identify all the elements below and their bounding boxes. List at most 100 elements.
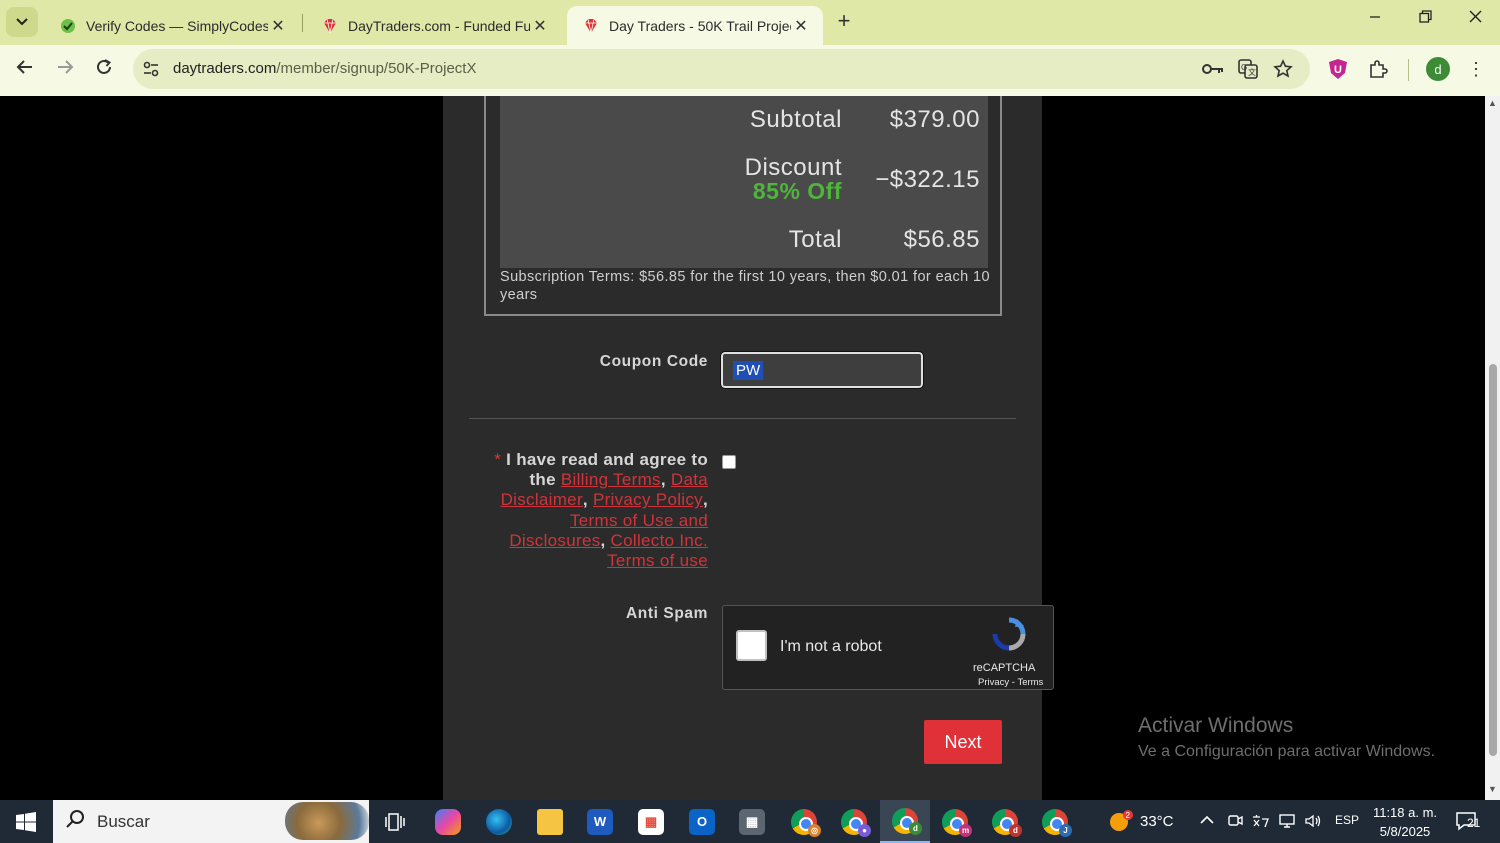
tab-simplycodes[interactable]: Verify Codes — SimplyCodes ✕ [44,6,300,45]
profile-badge-icon: J [1059,824,1072,837]
coupon-code-input[interactable]: PW [720,351,924,389]
arrow-right-icon [58,60,74,74]
notification-center-button[interactable]: 21 [1455,810,1485,834]
minimize-button[interactable] [1360,10,1390,34]
url-text: daytraders.com/member/signup/50K-Project… [173,60,476,77]
recaptcha-logo-icon [992,617,1026,651]
url-host: daytraders.com [173,60,277,77]
next-button[interactable]: Next [924,720,1002,764]
calculator-app[interactable]: ▦ [727,800,777,843]
edge-icon [486,808,512,835]
terms-agreement-checkbox[interactable] [722,455,736,469]
required-asterisk: * [494,450,502,469]
taskbar-search-box[interactable]: Buscar [53,800,369,843]
tab-title: DayTraders.com - Funded Futur [348,17,530,34]
chrome-profile-1[interactable]: ◎ [779,800,829,843]
bookmark-star-icon[interactable] [1271,57,1295,81]
coupon-label: Coupon Code [599,353,708,370]
task-view-button[interactable] [371,800,421,843]
restore-icon [1418,10,1432,23]
terms-agreement-label: * I have read and agree to the Billing T… [494,450,708,571]
site-settings-icon[interactable] [142,60,160,83]
privacy-policy-link[interactable]: Privacy Policy [593,490,703,509]
windows-logo-icon [16,811,36,832]
restore-button[interactable] [1410,10,1440,34]
search-placeholder: Buscar [97,812,150,831]
close-icon[interactable]: ✕ [530,16,550,36]
page-scrollbar[interactable]: ▲ ▼ [1485,96,1500,800]
edge-app[interactable] [474,800,524,843]
forward-button[interactable] [52,57,78,83]
recaptcha-checkbox[interactable] [736,630,767,661]
subtotal-value: $379.00 [889,106,980,133]
new-tab-button[interactable]: + [832,10,856,34]
back-button[interactable] [12,57,38,83]
store-app[interactable]: ▦ [626,800,676,843]
network-icon[interactable] [1278,813,1296,832]
word-icon: W [587,808,613,835]
tab-separator [302,14,303,32]
windows-activation-title: Activar Windows [1138,714,1294,737]
weather-temperature[interactable]: 33°C [1140,813,1174,830]
word-app[interactable]: W [575,800,625,843]
profile-badge-icon: d [909,822,922,835]
chevron-up-icon[interactable] [1199,813,1215,830]
ublock-extension-icon[interactable]: U [1326,57,1350,81]
profile-avatar[interactable]: d [1426,57,1450,81]
url-path: /member/signup/50K-ProjectX [276,60,477,77]
simplycodes-icon [60,18,76,34]
daytraders-icon [583,18,599,34]
chrome-profile-2[interactable]: ● [829,800,879,843]
meet-icon[interactable] [1227,813,1243,832]
start-button[interactable] [0,800,52,843]
subtotal-label: Subtotal [749,106,842,133]
weather-icon[interactable]: 2 [1108,809,1134,836]
chrome-profile-d2[interactable]: d [980,800,1030,843]
extensions-puzzle-icon[interactable] [1366,57,1390,81]
translate-icon[interactable]: G文 [1236,57,1260,81]
close-icon[interactable]: ✕ [791,16,811,36]
search-icon [65,809,85,834]
scrollbar-thumb[interactable] [1489,364,1497,756]
billing-terms-link[interactable]: Billing Terms [561,470,661,489]
collecto-terms-link[interactable]: Collecto Inc. Terms of use [607,531,708,570]
language-indicator[interactable]: ESP [1335,813,1359,827]
tab-search-button[interactable] [6,7,38,37]
copilot-app[interactable] [423,800,473,843]
close-icon[interactable]: ✕ [268,16,288,36]
search-highlight-image [285,802,369,840]
close-window-button[interactable] [1460,10,1490,34]
tab-daytraders-funded[interactable]: DayTraders.com - Funded Futur ✕ [306,6,562,45]
clock-date: 5/8/2025 [1379,824,1431,839]
input-method-icon[interactable] [1251,813,1269,832]
chrome-profile-d[interactable]: d [880,800,930,843]
total-label: Total [788,226,842,253]
recaptcha-links: Privacy - Terms [978,677,1044,688]
scroll-down-arrow-icon[interactable]: ▼ [1487,784,1498,794]
recaptcha-privacy-link[interactable]: Privacy [978,677,1009,688]
scroll-up-arrow-icon[interactable]: ▲ [1487,98,1498,108]
address-bar[interactable]: daytraders.com/member/signup/50K-Project… [133,49,1310,89]
menu-kebab-icon[interactable]: ⋮ [1464,57,1488,81]
svg-text:2: 2 [1126,811,1131,820]
profile-badge-icon: m [959,824,972,837]
file-explorer-app[interactable] [525,800,575,843]
task-view-icon [385,812,405,831]
clock[interactable]: 11:18 a. m. 5/8/2025 [1367,803,1443,841]
outlook-app[interactable]: O [677,800,727,843]
section-divider [469,418,1016,419]
reload-button[interactable] [91,57,117,83]
profile-badge-icon: ● [858,824,871,837]
chrome-profile-m[interactable]: m [930,800,980,843]
tab-title: Day Traders - 50K Trail ProjectX [609,17,791,34]
profile-badge-icon: d [1009,824,1022,837]
clock-time: 11:18 a. m. [1372,805,1438,820]
browser-toolbar: daytraders.com/member/signup/50K-Project… [0,45,1500,96]
password-key-icon[interactable] [1201,57,1225,81]
chrome-profile-j[interactable]: J [1030,800,1080,843]
volume-icon[interactable] [1304,813,1322,832]
recaptcha-terms-link[interactable]: Terms [1017,677,1043,688]
folder-icon [537,808,563,835]
discount-percent: 85% Off [752,178,842,204]
tab-daytraders-50k[interactable]: Day Traders - 50K Trail ProjectX ✕ [567,6,823,45]
